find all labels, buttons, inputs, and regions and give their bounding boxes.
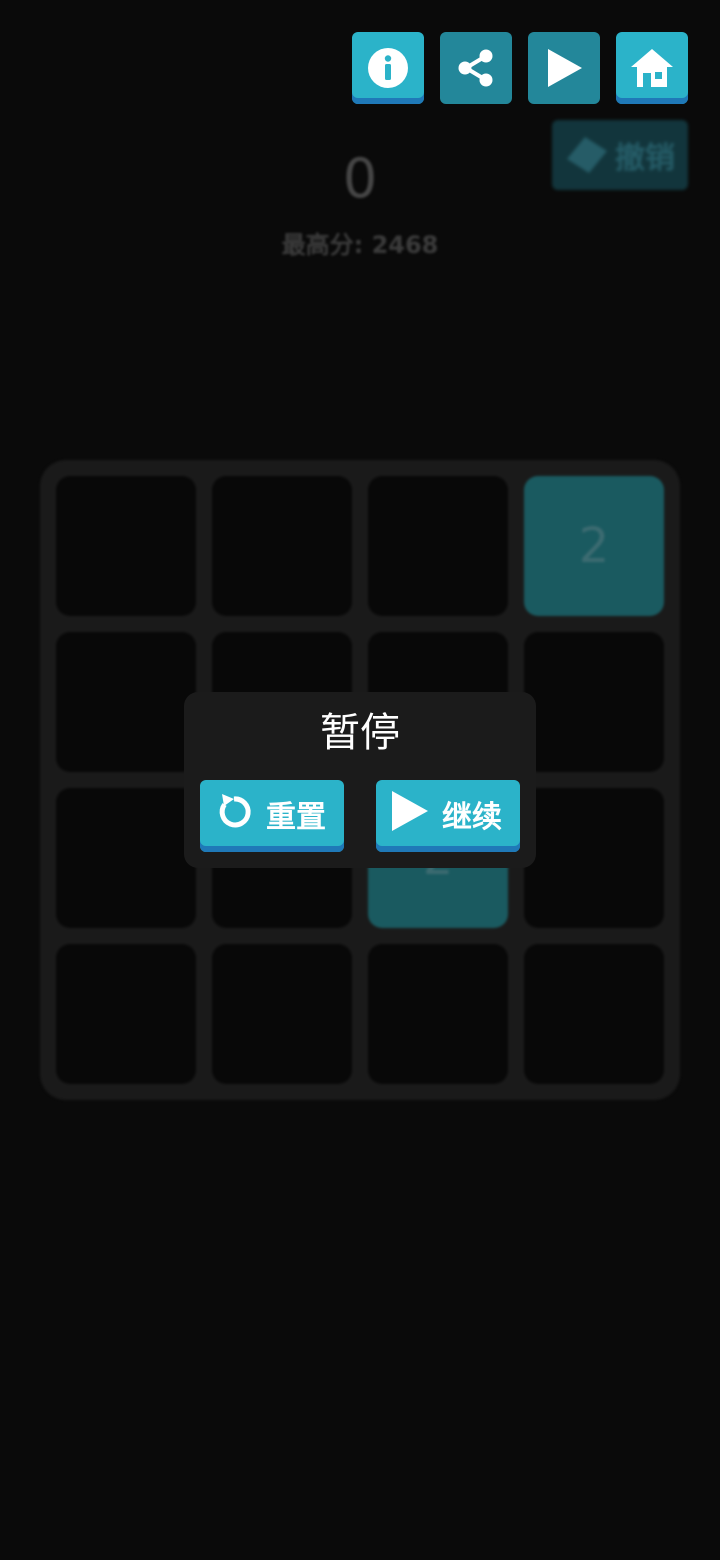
reset-label: 重置 (266, 800, 326, 835)
board-cell (212, 476, 352, 616)
play-button[interactable] (528, 32, 600, 104)
info-icon (368, 48, 408, 88)
home-button[interactable] (616, 32, 688, 104)
reset-button[interactable]: 重置 (200, 780, 344, 852)
board-cell (524, 632, 664, 772)
best-score: 最高分: 2468 (281, 231, 439, 259)
pause-title: 暂停 (320, 710, 400, 756)
board-cell (524, 788, 664, 928)
restart-icon (212, 790, 256, 838)
board-cell (56, 788, 196, 928)
pause-dialog: 暂停 重置 继续 (184, 692, 536, 868)
play-icon (388, 790, 432, 838)
share-button[interactable] (440, 32, 512, 104)
resume-label: 继续 (442, 800, 502, 835)
board-cell (368, 944, 508, 1084)
board-cell (56, 632, 196, 772)
share-icon (458, 49, 493, 87)
board-cell (368, 476, 508, 616)
tile: 2 (524, 476, 664, 616)
resume-button[interactable]: 继续 (376, 780, 520, 852)
board-cell (212, 944, 352, 1084)
board-cell (524, 944, 664, 1084)
play-icon (548, 49, 582, 87)
home-icon (631, 49, 673, 87)
info-button[interactable] (352, 32, 424, 104)
board-cell (56, 476, 196, 616)
current-score: 0 (342, 147, 378, 210)
board-cell (56, 944, 196, 1084)
